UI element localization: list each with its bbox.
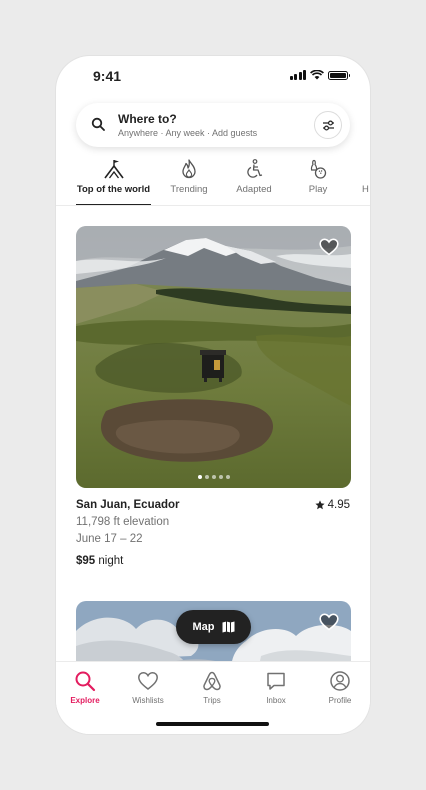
tab-label: Inbox	[266, 696, 286, 705]
price-unit: night	[98, 555, 124, 567]
photo-pagination-dots[interactable]	[76, 475, 351, 479]
search-icon	[91, 117, 105, 131]
category-label: Top of the world	[76, 184, 151, 195]
heart-outline-icon	[138, 671, 158, 690]
category-trending[interactable]: Trending	[164, 158, 214, 206]
pagination-dot[interactable]	[211, 475, 216, 479]
airbnb-logo-icon	[203, 671, 221, 691]
tab-explore[interactable]: Explore	[60, 670, 110, 705]
category-partial[interactable]: H	[362, 158, 370, 206]
listing-location[interactable]: San Juan, Ecuador	[76, 499, 180, 511]
tab-label: Explore	[70, 696, 100, 705]
pagination-dot[interactable]	[204, 475, 209, 479]
listings-feed[interactable]: San Juan, Ecuador 4.95 11,798 ft elevati…	[56, 206, 370, 661]
pagination-dot[interactable]	[225, 475, 230, 479]
listing-rating: 4.95	[315, 499, 350, 511]
bowling-icon	[310, 159, 327, 179]
bottom-tab-bar: Explore Wishlists Trips Inbox Profile	[56, 661, 370, 734]
category-play[interactable]: Play	[293, 158, 343, 206]
listing-dates: June 17 – 22	[76, 533, 143, 545]
wishlist-heart-icon-2[interactable]	[319, 613, 339, 631]
search-title: Where to?	[118, 112, 177, 126]
listing-price: $95 night	[76, 555, 123, 567]
map-button-label: Map	[192, 621, 215, 633]
price-amount: $95	[76, 555, 96, 567]
category-label: H	[362, 184, 369, 195]
filter-button[interactable]	[314, 111, 342, 139]
status-icons	[289, 70, 350, 80]
category-bar: Top of the world Trending Adapted Play H	[56, 158, 370, 206]
tab-wishlists[interactable]: Wishlists	[123, 670, 173, 705]
category-label: Play	[308, 184, 328, 195]
flame-icon	[182, 159, 196, 179]
pagination-dot[interactable]	[218, 475, 223, 479]
map-button[interactable]: Map	[176, 610, 251, 644]
listing-elevation: 11,798 ft elevation	[76, 516, 170, 528]
tab-inbox[interactable]: Inbox	[251, 670, 301, 705]
summit-flag-icon	[103, 160, 124, 179]
home-indicator	[156, 722, 269, 726]
search-subtitle: Anywhere · Any week · Add guests	[118, 128, 258, 138]
tab-label: Profile	[328, 696, 352, 705]
status-time: 9:41	[93, 68, 122, 84]
tab-label: Trips	[203, 696, 221, 705]
landscape-photo	[76, 226, 351, 488]
status-bar: 9:41	[56, 56, 370, 96]
wheelchair-icon	[247, 159, 263, 178]
cellular-signal-icon	[289, 70, 306, 80]
wishlist-heart-icon[interactable]	[319, 238, 339, 256]
search-bar[interactable]: Where to? Anywhere · Any week · Add gues…	[76, 103, 350, 147]
filter-icon	[322, 120, 334, 130]
map-icon	[222, 621, 234, 633]
battery-icon	[328, 70, 350, 80]
tab-label: Wishlists	[132, 696, 164, 705]
tab-trips[interactable]: Trips	[187, 670, 237, 705]
message-icon	[267, 672, 285, 690]
rating-value: 4.95	[327, 499, 350, 511]
wifi-icon	[310, 70, 324, 80]
pagination-dot[interactable]	[197, 475, 202, 479]
star-icon	[315, 500, 325, 510]
phone-frame: 9:41 Where to? Anywhere · Any week · Add…	[56, 56, 370, 734]
listing-photo[interactable]	[76, 226, 351, 488]
tab-profile[interactable]: Profile	[315, 670, 365, 705]
profile-icon	[330, 671, 350, 691]
category-label: Adapted	[236, 184, 272, 195]
category-adapted[interactable]: Adapted	[229, 158, 279, 206]
search-icon	[75, 671, 96, 692]
category-label: Trending	[170, 184, 208, 195]
category-partial-icon	[362, 158, 370, 180]
category-top-of-the-world[interactable]: Top of the world	[76, 158, 151, 206]
